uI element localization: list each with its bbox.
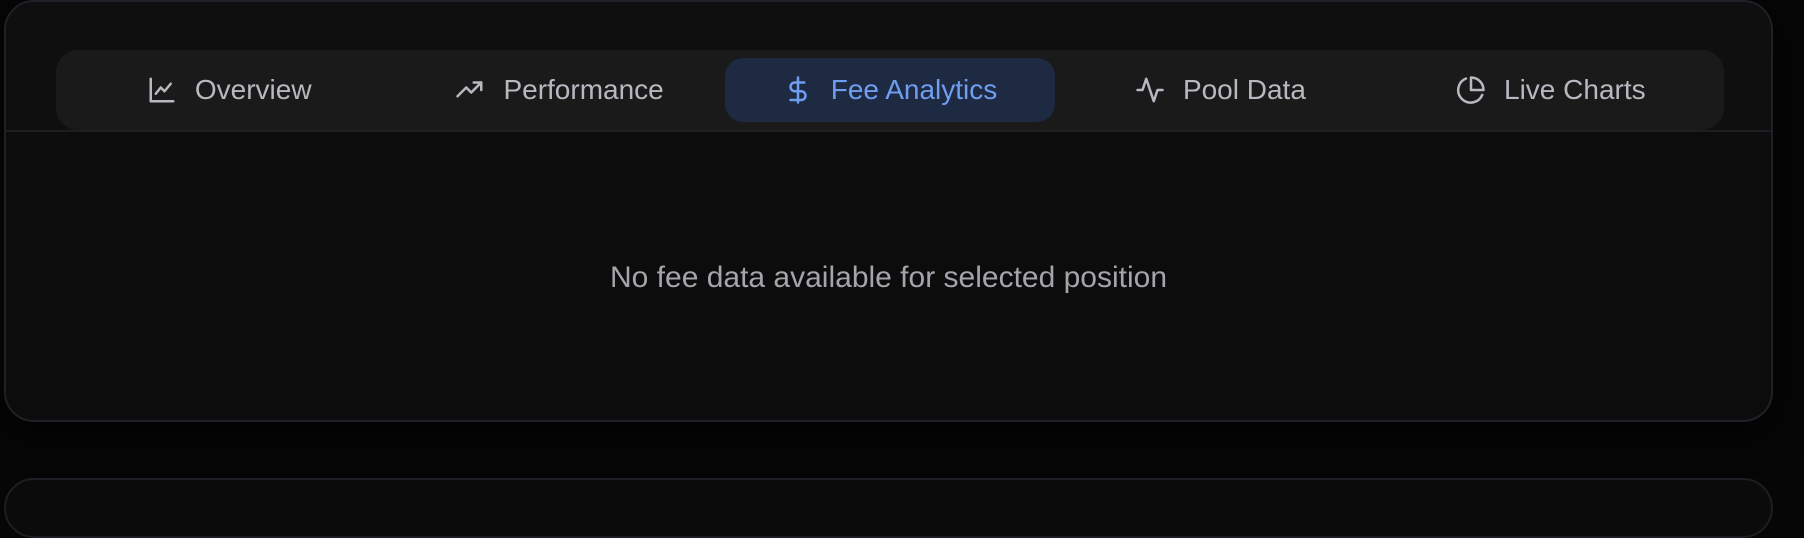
tab-bar: Overview Performance Fee Analytics Pool …	[56, 50, 1724, 130]
tab-overview-label: Overview	[194, 74, 312, 105]
tab-pool-data-label: Pool Data	[1182, 74, 1306, 105]
dollar-icon	[783, 75, 813, 105]
tab-overview[interactable]: Overview	[64, 58, 394, 122]
tab-fee-analytics-label: Fee Analytics	[830, 74, 998, 105]
tab-fee-analytics[interactable]: Fee Analytics	[724, 58, 1056, 122]
tab-performance-label: Performance	[503, 74, 664, 105]
tab-performance[interactable]: Performance	[394, 58, 724, 122]
empty-state-message: No fee data available for selected posit…	[609, 261, 1168, 294]
tab-pool-data[interactable]: Pool Data	[1055, 58, 1385, 122]
trending-up-icon	[455, 75, 485, 105]
tab-header: Overview Performance Fee Analytics Pool …	[6, 2, 1771, 132]
analytics-panel: Overview Performance Fee Analytics Pool …	[4, 0, 1773, 422]
line-chart-icon	[147, 75, 177, 105]
activity-icon	[1135, 75, 1165, 105]
tab-live-charts-label: Live Charts	[1504, 74, 1646, 105]
next-panel	[4, 478, 1773, 538]
tab-live-charts[interactable]: Live Charts	[1386, 58, 1716, 122]
pie-chart-icon	[1456, 75, 1486, 105]
fee-analytics-content: No fee data available for selected posit…	[6, 134, 1771, 420]
